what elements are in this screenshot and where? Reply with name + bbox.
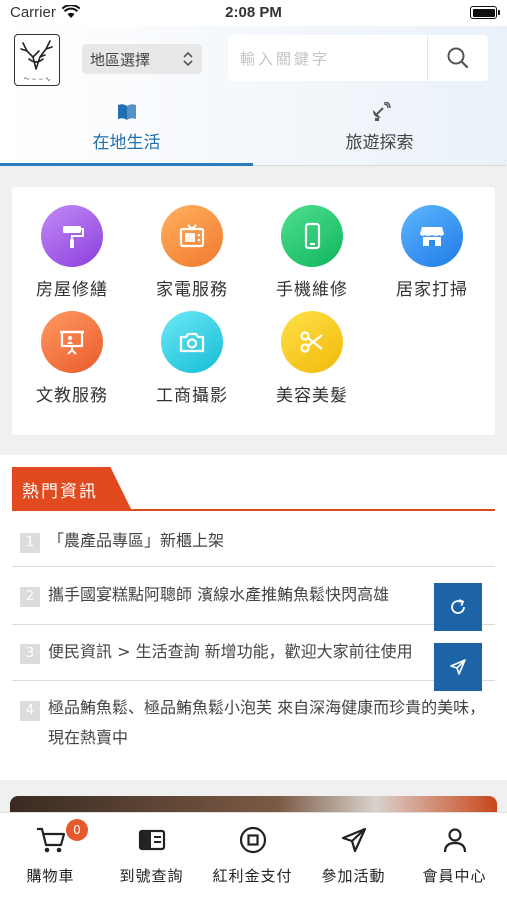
tab-queue-lookup[interactable]: 到號查詢 bbox=[101, 813, 202, 900]
news-item[interactable]: 3 便民資訊 > 生活查詢 新增功能，歡迎大家前往使用 bbox=[12, 625, 495, 681]
phone-icon bbox=[281, 205, 343, 267]
cart-count-badge: 0 bbox=[66, 819, 88, 841]
service-categories: 房屋修繕 家電服務 手機維修 居家打掃 文教服務 工商攝影 美容美髮 bbox=[12, 187, 495, 435]
region-select-label: 地區選擇 bbox=[90, 50, 151, 69]
tab-label: 紅利金支付 bbox=[212, 867, 293, 885]
news-text: 便民資訊 > 生活查詢 新增功能，歡迎大家前往使用 bbox=[48, 642, 413, 661]
region-select[interactable]: 地區選擇 bbox=[82, 44, 202, 74]
news-number: 2 bbox=[20, 587, 40, 607]
news-header: 熱門資訊 bbox=[12, 467, 495, 511]
news-number: 3 bbox=[20, 644, 40, 664]
news-item[interactable]: 4 極品鮪魚鬆、極品鮪魚鬆小泡芙 來自深海健康而珍貴的美味，現在熱賣中 bbox=[12, 681, 495, 759]
battery-icon bbox=[470, 6, 500, 19]
news-text: 極品鮪魚鬆、極品鮪魚鬆小泡芙 來自深海健康而珍貴的美味，現在熱賣中 bbox=[48, 698, 486, 747]
service-label: 房屋修繕 bbox=[36, 280, 108, 300]
tab-label: 購物車 bbox=[26, 867, 75, 885]
clock: 2:08 PM bbox=[225, 4, 282, 21]
send-icon bbox=[450, 659, 466, 675]
tab-local-life[interactable]: 在地生活 bbox=[0, 96, 253, 166]
status-bar: Carrier 2:08 PM bbox=[0, 0, 507, 26]
book-icon bbox=[0, 102, 253, 126]
service-label: 家電服務 bbox=[156, 280, 228, 300]
tab-local-life-label: 在地生活 bbox=[92, 133, 161, 153]
presentation-icon bbox=[41, 311, 103, 373]
cart-icon bbox=[35, 825, 67, 859]
news-number: 4 bbox=[20, 701, 40, 721]
news-text: 攜手國宴糕點阿聰師 濱線水產推鮪魚鬆快閃高雄 bbox=[48, 585, 390, 604]
paint-roller-icon bbox=[41, 205, 103, 267]
search-input[interactable]: 輸入關鍵字 bbox=[228, 48, 427, 69]
service-home-repair[interactable]: 房屋修繕 bbox=[12, 205, 132, 300]
refresh-button[interactable] bbox=[434, 583, 482, 631]
tab-travel-explore[interactable]: 旅遊探索 bbox=[253, 96, 506, 166]
scissors-icon bbox=[281, 311, 343, 373]
share-button[interactable] bbox=[434, 643, 482, 691]
service-cleaning[interactable]: 居家打掃 bbox=[372, 205, 492, 300]
store-icon bbox=[401, 205, 463, 267]
service-photography[interactable]: 工商攝影 bbox=[132, 311, 252, 406]
search-icon bbox=[447, 47, 469, 69]
tv-icon bbox=[161, 205, 223, 267]
service-phone-repair[interactable]: 手機維修 bbox=[252, 205, 372, 300]
tab-travel-explore-label: 旅遊探索 bbox=[345, 133, 414, 153]
tab-label: 會員中心 bbox=[422, 867, 487, 885]
search-bar: 輸入關鍵字 bbox=[228, 35, 488, 81]
updown-chevron-icon bbox=[182, 50, 194, 72]
tab-cart[interactable]: 0 購物車 bbox=[0, 813, 101, 900]
send-icon bbox=[339, 825, 369, 859]
news-title: 熱門資訊 bbox=[12, 467, 132, 511]
tab-member-center[interactable]: 會員中心 bbox=[404, 813, 505, 900]
tab-bonus-pay[interactable]: 紅利金支付 bbox=[202, 813, 303, 900]
logo-caption: 〜 ∼ ∽ ∿ bbox=[23, 76, 51, 83]
service-education[interactable]: 文教服務 bbox=[12, 311, 132, 406]
service-label: 居家打掃 bbox=[396, 280, 468, 300]
tab-events[interactable]: 參加活動 bbox=[303, 813, 404, 900]
service-label: 工商攝影 bbox=[156, 386, 228, 406]
news-number: 1 bbox=[20, 533, 40, 553]
service-label: 美容美髮 bbox=[276, 386, 348, 406]
app-header: 〜 ∼ ∽ ∿ 地區選擇 輸入關鍵字 在地生活 旅遊探索 bbox=[0, 26, 507, 166]
coin-icon bbox=[238, 825, 268, 859]
service-label: 手機維修 bbox=[276, 280, 348, 300]
deer-logo-icon bbox=[20, 40, 53, 70]
tab-label: 參加活動 bbox=[321, 867, 386, 885]
bottom-tab-bar: 0 購物車 到號查詢 紅利金支付 參加活動 會員中心 bbox=[0, 812, 507, 900]
news-item[interactable]: 1 「農產品專區」新櫃上架 bbox=[12, 519, 495, 567]
tab-label: 到號查詢 bbox=[119, 867, 184, 885]
refresh-icon bbox=[451, 599, 465, 614]
book-open-icon bbox=[137, 825, 167, 859]
service-beauty[interactable]: 美容美髮 bbox=[252, 311, 372, 406]
hot-news-section: 熱門資訊 1 「農產品專區」新櫃上架 2 攜手國宴糕點阿聰師 濱線水產推鮪魚鬆快… bbox=[0, 455, 507, 780]
news-item[interactable]: 2 攜手國宴糕點阿聰師 濱線水產推鮪魚鬆快閃高雄 bbox=[12, 567, 495, 625]
news-text: 「農產品專區」新櫃上架 bbox=[48, 531, 225, 550]
search-button[interactable] bbox=[428, 35, 488, 81]
camera-icon bbox=[161, 311, 223, 373]
user-icon bbox=[440, 825, 470, 859]
service-label: 文教服務 bbox=[36, 386, 108, 406]
service-appliance[interactable]: 家電服務 bbox=[132, 205, 252, 300]
app-logo[interactable]: 〜 ∼ ∽ ∿ bbox=[14, 34, 60, 86]
satellite-icon bbox=[253, 101, 506, 126]
